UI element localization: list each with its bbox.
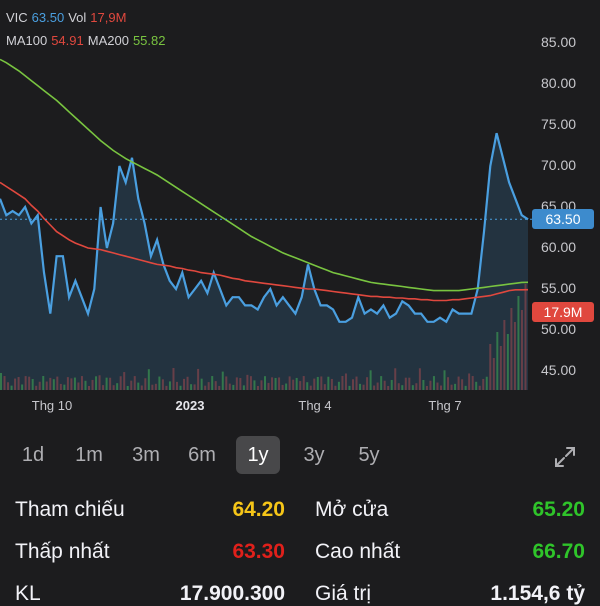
stat-label: Tham chiếu [15,498,125,521]
expand-icon[interactable] [553,445,577,469]
price-chart[interactable]: VIC 63.50 Vol 17,9M MA100 54.91 MA200 55.82 85… [0,0,600,425]
range-option-3y[interactable]: 3y [292,436,336,474]
legend-vol-label: Vol [68,10,87,25]
volume-tag: 17.9M [532,302,594,322]
chart-canvas[interactable] [0,0,600,425]
y-tick-label: 60.00 [541,239,577,255]
y-tick-label: 70.00 [541,157,577,173]
stat-label: Cao nhất [315,540,401,563]
stat-value: 65.20 [532,498,585,521]
last-price-tag: 63.50 [532,209,594,229]
y-tick-label: 55.00 [541,280,577,296]
stat-value: 1.154,6 tỷ [490,582,585,605]
legend-ma200: 55.82 [132,33,166,48]
stat-label: Giá trị [315,582,372,605]
range-option-3m[interactable]: 3m [124,436,168,474]
y-tick-label: 50.00 [541,321,577,337]
y-tick-label: 45.00 [541,362,577,378]
range-option-5y[interactable]: 5y [347,436,391,474]
price-area [0,133,528,390]
stat-value: 63.30 [232,540,285,563]
range-option-1y[interactable]: 1y [236,436,280,474]
range-option-1m[interactable]: 1m [67,436,111,474]
series-line-vic [0,132,529,324]
range-option-6m[interactable]: 6m [180,436,224,474]
range-selector: 1d 1m 3m 6m 1y 3y 5y [0,436,600,476]
stat-value: 17.900.300 [179,582,285,605]
x-tick-label: 2023 [175,398,205,413]
legend-ma200-label: MA200 [87,33,129,48]
range-option-1d[interactable]: 1d [11,436,55,474]
legend-ma100: 54.91 [51,33,84,48]
x-tick-label: Thg 7 [428,398,462,413]
y-tick-label: 85.00 [541,34,577,50]
legend-symbol: VIC [6,10,28,25]
legend-row-2: MA100 54.91 MA200 55.82 [6,33,170,49]
series-line-ma100 [0,181,529,302]
stat-value: 64.20 [232,498,285,521]
stat-label: Mở cửa [315,498,389,521]
legend-vol: 17,9M [90,10,127,25]
y-tick-label: 80.00 [541,75,577,91]
legend-row-1: VIC 63.50 Vol 17,9M [6,10,130,26]
y-tick-label: 75.00 [541,116,577,132]
series-line-ma200 [0,58,529,292]
legend-price: 63.50 [31,10,65,25]
stat-label: Thấp nhất [15,540,110,563]
stat-label: KL [15,582,41,605]
stat-value: 66.70 [532,540,585,563]
x-tick-label: Thg 10 [31,398,73,413]
x-tick-label: Thg 4 [298,398,332,413]
legend-ma100-label: MA100 [6,33,48,48]
